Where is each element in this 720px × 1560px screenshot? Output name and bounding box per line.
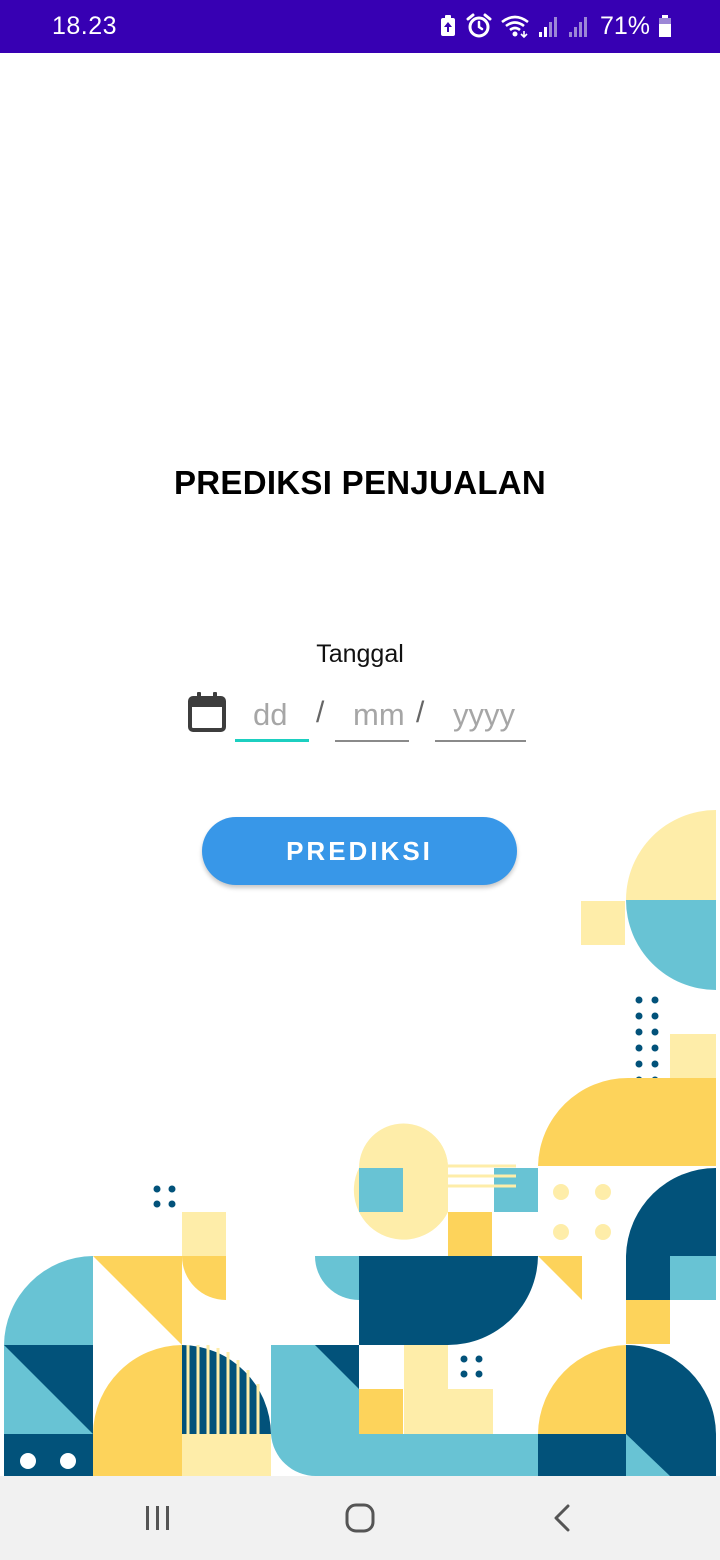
year-input[interactable] [435, 690, 526, 742]
navigation-bar [0, 1476, 720, 1560]
battery-icon [658, 14, 672, 38]
signal-icon [568, 14, 590, 38]
back-icon[interactable] [540, 1496, 584, 1540]
home-icon[interactable] [338, 1496, 382, 1540]
battery-saver-icon [438, 14, 458, 38]
signal-icon [538, 14, 560, 38]
wifi-icon [500, 14, 530, 38]
date-separator: / [416, 696, 425, 729]
screen: 18.23 71% PREDIKSI PENJUALAN Tanggal dd … [0, 0, 720, 1560]
recent-apps-icon[interactable] [136, 1496, 180, 1540]
date-separator: / [316, 696, 325, 729]
day-input[interactable] [235, 690, 309, 742]
battery-percent: 71% [599, 11, 650, 40]
date-label: Tanggal [316, 640, 404, 668]
status-bar: 18.23 71% [0, 0, 720, 53]
page-title: PREDIKSI PENJUALAN [173, 464, 547, 501]
decorative-background [4, 810, 716, 1476]
month-input[interactable] [335, 690, 409, 742]
status-icons: 71% [438, 10, 672, 42]
alarm-icon [466, 13, 492, 39]
calendar-icon[interactable] [188, 692, 226, 732]
status-time: 18.23 [52, 12, 118, 40]
